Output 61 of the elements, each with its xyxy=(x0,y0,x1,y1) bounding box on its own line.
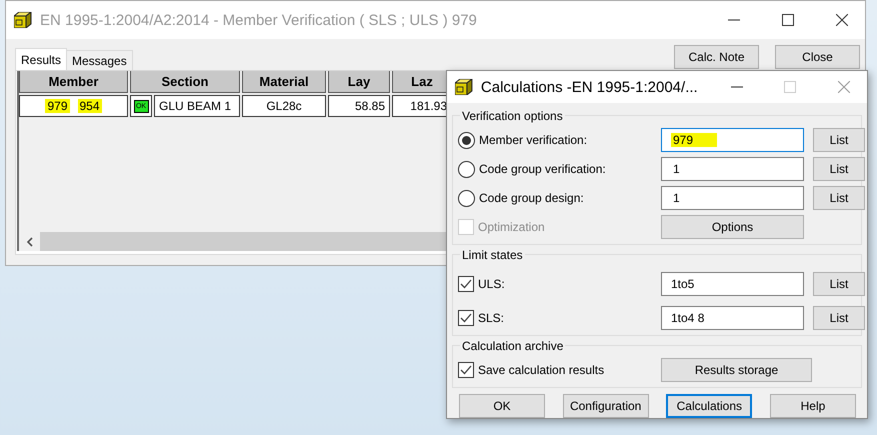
horizontal-scrollbar[interactable] xyxy=(19,232,447,251)
group-title: Calculation archive xyxy=(460,339,566,353)
input-field[interactable]: 1 xyxy=(661,186,804,210)
table-cell: 58.85 xyxy=(328,95,390,117)
list-button[interactable]: List xyxy=(813,186,865,210)
group-title: Limit states xyxy=(460,248,525,262)
column-header[interactable]: Section xyxy=(130,71,240,93)
input-field[interactable]: 1to5 xyxy=(661,272,804,296)
list-button[interactable]: List xyxy=(813,306,865,330)
column-header[interactable]: Material xyxy=(242,71,326,93)
table-cell: GL28c xyxy=(242,95,326,117)
calc-note-button[interactable]: Calc. Note xyxy=(674,45,759,69)
app-icon xyxy=(14,12,32,28)
close-icon[interactable] xyxy=(836,14,848,26)
checkbox[interactable] xyxy=(458,362,474,378)
app-icon xyxy=(455,79,473,95)
radio-button[interactable] xyxy=(458,132,475,148)
tab[interactable]: Results xyxy=(15,48,68,70)
checkbox-label: Optimization xyxy=(478,220,545,234)
checkbox[interactable] xyxy=(458,276,474,292)
dialog-button[interactable]: Help xyxy=(770,394,856,418)
checkbox-label: Save calculation results xyxy=(478,363,604,377)
radio-label: Code group verification: xyxy=(479,162,606,176)
check-icon xyxy=(460,313,472,323)
check-icon xyxy=(460,365,472,375)
dialog-title: Calculations -EN 1995-1:2004/... xyxy=(480,78,698,96)
list-button[interactable]: List xyxy=(813,128,865,152)
column-header[interactable]: Lay xyxy=(328,71,390,93)
minimize-icon[interactable] xyxy=(730,86,743,88)
dialog-button[interactable]: Configuration xyxy=(562,394,649,418)
field-value: 1 xyxy=(672,162,681,176)
close-button[interactable]: Close xyxy=(775,45,860,69)
member-number: 979 xyxy=(45,99,70,113)
list-button[interactable]: List xyxy=(813,157,865,181)
list-button[interactable]: List xyxy=(813,272,865,296)
checkbox-label: ULS: xyxy=(478,277,505,291)
field-value: 1 xyxy=(672,191,681,205)
radio-label: Code group design: xyxy=(479,191,584,205)
minimize-icon[interactable] xyxy=(728,19,740,21)
dialog-button[interactable]: OK xyxy=(459,394,545,418)
input-field[interactable]: 1 xyxy=(661,157,804,181)
input-field[interactable]: 979 xyxy=(661,128,804,152)
input-field[interactable]: 1to4 8 xyxy=(661,306,804,330)
field-value: 979 xyxy=(671,133,718,147)
check-icon xyxy=(460,279,472,289)
scroll-left-icon[interactable] xyxy=(26,236,33,246)
options-button[interactable]: Options xyxy=(661,215,804,239)
column-header[interactable]: Member xyxy=(19,71,128,93)
radio-button[interactable] xyxy=(458,190,475,206)
checkbox-label: SLS: xyxy=(478,311,504,325)
table-cell: GLU BEAM 1 xyxy=(154,95,240,117)
maximize-icon[interactable] xyxy=(782,14,794,26)
results-storage-button[interactable]: Results storage xyxy=(661,358,812,382)
checkbox[interactable] xyxy=(458,310,474,326)
group-title: Verification options xyxy=(460,109,565,123)
tab[interactable]: Messages xyxy=(66,50,133,70)
radio-label: Member verification: xyxy=(479,133,588,147)
window-title: EN 1995-1:2004/A2:2014 - Member Verification ( SLS ; ULS ) 979 xyxy=(40,12,477,28)
dialog-button[interactable]: Calculations xyxy=(666,394,752,418)
radio-button[interactable] xyxy=(458,160,475,178)
member-number: 954 xyxy=(78,99,102,113)
